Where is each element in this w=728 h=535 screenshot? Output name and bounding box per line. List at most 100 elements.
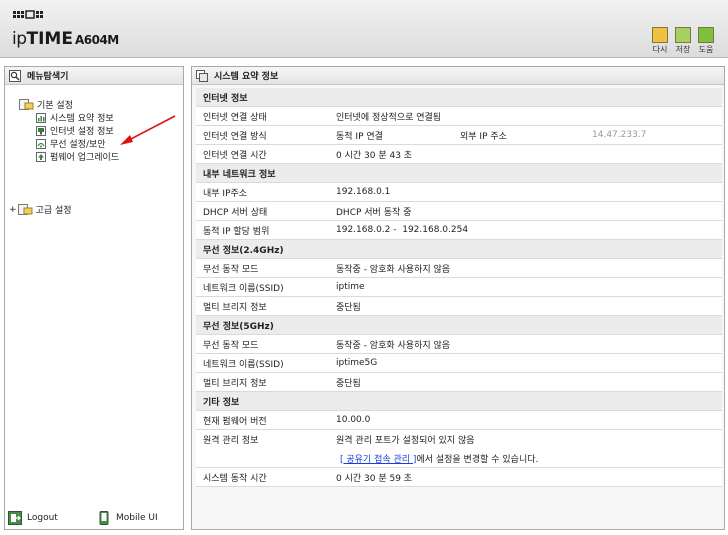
refresh-icon	[652, 27, 668, 43]
save-button[interactable]: 저장	[673, 27, 693, 55]
row-value: 192.168.0.1	[336, 187, 391, 197]
table-row: [ 공유기 접속 관리 ] 에서 설정을 변경할 수 있습니다.	[196, 449, 722, 468]
row-label: 멀티 브리지 정보	[203, 302, 267, 313]
tree-item-system-summary-label: 시스템 요약 정보	[50, 114, 114, 124]
table-row: 동적 IP 할당 범위 192.168.0.2 - 192.168.0.254	[196, 221, 722, 240]
row-label: 인터넷 연결 상태	[203, 112, 267, 123]
mobile-ui-link[interactable]: Mobile UI	[97, 511, 158, 525]
system-summary-title-bar: 시스템 요약 정보	[192, 67, 724, 85]
row-value: 원격 관리 포트가 설정되어 있지 않음	[336, 436, 475, 446]
folder-closed-icon	[17, 204, 33, 215]
row-value: 인터넷에 정상적으로 연결됨	[336, 112, 442, 123]
row-label: 네트워크 이름(SSID)	[203, 359, 284, 370]
table-row: 원격 관리 정보 원격 관리 포트가 설정되어 있지 않음	[196, 430, 722, 449]
chart-doc-icon	[36, 112, 46, 123]
row-value: DHCP 서버 동작 중	[336, 207, 412, 218]
row-value: 192.168.0.2 - 192.168.0.254	[336, 225, 469, 235]
tree-folder-advanced-label: 고급 설정	[35, 206, 72, 216]
brand-dots-icon	[13, 10, 43, 19]
row-value: iptime5G	[336, 358, 378, 368]
table-row: 인터넷 연결 상태 인터넷에 정상적으로 연결됨	[196, 107, 722, 126]
mobile-ui-label: Mobile UI	[116, 513, 158, 523]
external-ip-value: 14.47.233.7	[592, 130, 647, 140]
brand-logo: ipTIME A604M	[12, 29, 119, 49]
row-value: iptime	[336, 282, 365, 292]
tree-item-system-summary[interactable]: 시스템 요약 정보	[36, 111, 114, 124]
tree-item-internet-settings[interactable]: 인터넷 설정 정보	[36, 124, 114, 137]
window-icon	[196, 69, 208, 82]
menu-explorer-title: 메뉴탐색기	[27, 72, 69, 82]
save-label: 저장	[675, 45, 691, 54]
row-label: 인터넷 연결 방식	[203, 131, 267, 142]
table-row: 네트워크 이름(SSID) iptime	[196, 278, 722, 297]
logout-icon	[8, 511, 22, 525]
refresh-button[interactable]: 다시	[650, 27, 670, 55]
menu-explorer-panel: 메뉴탐색기 기본 설정 시스템 요약 정보 인터넷 설정 정보 무선 설정/보안…	[4, 66, 184, 530]
row-label: 무선 동작 모드	[203, 340, 259, 351]
refresh-label: 다시	[652, 45, 668, 54]
section-wifi-24ghz: 무선 정보(2.4GHz)	[196, 240, 722, 259]
table-row: 무선 동작 모드 동작중 - 암호화 사용하지 않음	[196, 335, 722, 354]
section-lan: 내부 네트워크 정보	[196, 164, 722, 183]
row-label: 멀티 브리지 정보	[203, 378, 267, 389]
help-button[interactable]: 도움	[696, 27, 716, 55]
tree-folder-basic-label: 기본 설정	[37, 101, 73, 111]
logout-link[interactable]: Logout	[8, 511, 58, 525]
row-label: 동적 IP 할당 범위	[203, 226, 270, 237]
row-label: 현재 펌웨어 버전	[203, 416, 267, 427]
system-summary-panel: 시스템 요약 정보 인터넷 정보 인터넷 연결 상태 인터넷에 정상적으로 연결…	[191, 66, 725, 530]
table-row: 시스템 동작 시간 0 시간 30 분 59 초	[196, 468, 722, 487]
tree-folder-basic[interactable]: 기본 설정	[19, 98, 73, 111]
row-value: 중단됨	[336, 378, 361, 389]
logout-label: Logout	[27, 513, 58, 523]
table-row: 무선 동작 모드 동작중 - 암호화 사용하지 않음	[196, 259, 722, 278]
row-value: 동작중 - 암호화 사용하지 않음	[336, 340, 451, 351]
brand-model: A604M	[74, 33, 119, 47]
tree-item-firmware-upgrade-label: 펌웨어 업그레이드	[50, 153, 120, 163]
magnifier-icon	[9, 69, 21, 82]
row-label: 무선 동작 모드	[203, 264, 259, 275]
wireless-doc-icon	[36, 138, 46, 149]
expand-icon[interactable]: +	[9, 205, 17, 215]
row-value: 동작중 - 암호화 사용하지 않음	[336, 264, 451, 275]
row-value: 0 시간 30 분 59 초	[336, 473, 413, 484]
row-value: 0 시간 30 분 43 초	[336, 150, 413, 161]
section-other: 기타 정보	[196, 392, 722, 411]
row-value: 중단됨	[336, 302, 361, 313]
row-label: 네트워크 이름(SSID)	[203, 283, 284, 294]
brand-prefix: ip	[12, 29, 27, 49]
help-icon	[698, 27, 714, 43]
table-row: 멀티 브리지 정보 중단됨	[196, 373, 722, 392]
network-doc-icon	[36, 125, 46, 136]
tree-item-internet-settings-label: 인터넷 설정 정보	[50, 127, 114, 137]
firmware-doc-icon	[36, 151, 46, 162]
tree-item-wireless-security[interactable]: 무선 설정/보안	[36, 137, 106, 150]
summary-table: 인터넷 정보 인터넷 연결 상태 인터넷에 정상적으로 연결됨 인터넷 연결 방…	[196, 88, 722, 487]
system-summary-title: 시스템 요약 정보	[214, 72, 279, 82]
row-value: 10.00.0	[336, 415, 371, 425]
table-row: 인터넷 연결 방식 동적 IP 연결 외부 IP 주소 14.47.233.7	[196, 126, 722, 145]
table-row: 인터넷 연결 시간 0 시간 30 분 43 초	[196, 145, 722, 164]
router-access-management-link[interactable]: [ 공유기 접속 관리 ]	[340, 452, 416, 465]
save-icon	[675, 27, 691, 43]
section-internet: 인터넷 정보	[196, 88, 722, 107]
tree-folder-advanced[interactable]: + 고급 설정	[9, 203, 72, 216]
table-row: 현재 펌웨어 버전 10.00.0	[196, 411, 722, 430]
row-label: 인터넷 연결 시간	[203, 150, 267, 161]
menu-explorer-title-bar: 메뉴탐색기	[5, 67, 183, 85]
row-label: 내부 IP주소	[203, 188, 248, 199]
row-label: DHCP 서버 상태	[203, 207, 268, 218]
table-row: 멀티 브리지 정보 중단됨	[196, 297, 722, 316]
section-wifi-5ghz: 무선 정보(5GHz)	[196, 316, 722, 335]
row-label: 시스템 동작 시간	[203, 473, 267, 484]
header-bar: ipTIME A604M 다시 저장 도움	[0, 0, 728, 58]
tree-item-wireless-security-label: 무선 설정/보안	[50, 140, 106, 150]
row-value: 동적 IP 연결	[336, 131, 383, 142]
help-label: 도움	[698, 45, 714, 54]
external-ip-label: 외부 IP 주소	[460, 131, 507, 142]
brand-name: TIME	[26, 29, 73, 49]
tree-item-firmware-upgrade[interactable]: 펌웨어 업그레이드	[36, 150, 119, 163]
table-row: 내부 IP주소 192.168.0.1	[196, 183, 722, 202]
table-row: 네트워크 이름(SSID) iptime5G	[196, 354, 722, 373]
folder-open-icon	[19, 99, 34, 110]
